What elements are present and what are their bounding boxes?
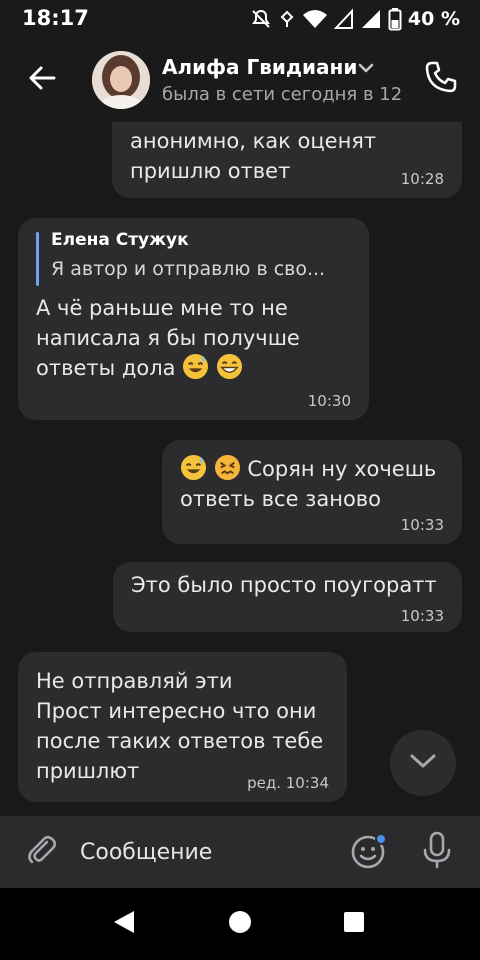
sweat-smile-emoji — [183, 353, 209, 380]
back-triangle-icon — [112, 909, 136, 939]
contact-last-seen: была в сети сегодня в 12 — [162, 84, 403, 105]
message-line: анонимно, как оценят — [130, 129, 377, 153]
message-bubble-incoming[interactable]: Не отправляй эти Прост интересно что они… — [18, 652, 347, 802]
message-line: ответы дола — [36, 356, 176, 380]
message-line: Сорян ну хочешь — [247, 457, 437, 481]
voice-message-button[interactable] — [414, 828, 460, 876]
sweat-smile-emoji — [180, 454, 207, 481]
message-time: 10:33 — [400, 607, 444, 625]
nav-back-button[interactable] — [104, 906, 144, 942]
message-bubble-outgoing[interactable]: Это было просто поугоратт 10:33 — [113, 562, 462, 632]
scroll-to-bottom-button[interactable] — [390, 730, 456, 796]
message-line: Прост интересно что они — [36, 699, 317, 723]
battery-percent: 40 % — [407, 8, 460, 30]
message-line: Не отправляй эти — [36, 669, 233, 693]
status-time: 18:17 — [22, 6, 89, 30]
message-line: А чё раньше мне то не — [36, 296, 288, 320]
attach-button[interactable] — [20, 830, 64, 874]
message-line: ответь все заново — [180, 487, 382, 511]
chevron-down-icon[interactable] — [357, 60, 375, 79]
status-bar: 18:17 40 % — [0, 0, 480, 38]
message-line-with-emoji: Сорян ну хочешь — [180, 454, 436, 484]
contact-name[interactable]: Алифа Гвидиани — [162, 55, 357, 79]
sticker-button[interactable] — [346, 830, 392, 876]
message-time: ред. 10:34 — [247, 774, 329, 792]
phone-icon — [424, 60, 458, 98]
nav-recents-button[interactable] — [334, 906, 374, 942]
status-icons: 40 % — [250, 5, 460, 33]
paperclip-icon — [25, 833, 59, 871]
signal-bars-icon — [360, 8, 382, 30]
mute-icon — [250, 8, 272, 30]
confounded-emoji — [214, 454, 240, 481]
message-text: анонимно, как оценят пришлю ответ — [130, 126, 376, 186]
vibrate-icon — [278, 8, 296, 30]
avatar[interactable] — [92, 51, 150, 109]
sticker-icon — [349, 831, 389, 875]
message-time: 10:28 — [400, 170, 444, 188]
call-button[interactable] — [418, 56, 464, 102]
message-line-with-emoji: ответы дола — [36, 353, 300, 383]
signal-icon — [333, 8, 354, 30]
chevron-down-icon — [409, 752, 437, 774]
chat-header: Алифа Гвидиани была в сети сегодня в 12 — [0, 38, 480, 122]
message-line: после таких ответов тебе — [36, 729, 324, 753]
message-text: Это было просто поугоратт — [131, 570, 437, 600]
home-circle-icon — [227, 909, 253, 939]
message-input[interactable] — [80, 830, 340, 874]
microphone-icon — [421, 830, 453, 874]
message-bubble-outgoing[interactable]: Сорян ну хочешь ответь все заново 10:33 — [162, 440, 462, 544]
battery-icon — [388, 7, 402, 31]
message-line: пришлю ответ — [130, 159, 291, 183]
message-composer — [0, 816, 480, 888]
message-line: Это было просто поугоратт — [131, 573, 437, 597]
reply-author[interactable]: Елена Стужук — [51, 230, 189, 250]
message-time: 10:33 — [400, 516, 444, 534]
message-time: 10:30 — [307, 392, 351, 410]
message-text: Сорян ну хочешь ответь все заново — [180, 454, 436, 514]
system-nav-bar — [0, 888, 480, 960]
reply-quote-bar — [36, 232, 39, 286]
wifi-icon — [302, 8, 328, 30]
recents-square-icon — [342, 910, 366, 938]
reply-text[interactable]: Я автор и отправлю в сво... — [51, 258, 325, 280]
message-bubble-incoming[interactable]: Елена Стужук Я автор и отправлю в сво...… — [18, 218, 369, 420]
back-arrow-icon — [26, 62, 58, 98]
nav-home-button[interactable] — [220, 906, 260, 942]
message-line: написала я бы получше — [36, 326, 300, 350]
back-button[interactable] — [20, 58, 64, 102]
message-list[interactable]: анонимно, как оценят пришлю ответ 10:28 … — [0, 122, 480, 816]
message-bubble-outgoing[interactable]: анонимно, как оценят пришлю ответ 10:28 — [112, 122, 462, 198]
grin-emoji — [216, 353, 242, 380]
message-text: Не отправляй эти Прост интересно что они… — [36, 666, 323, 786]
message-text: А чё раньше мне то не написала я бы полу… — [36, 293, 300, 383]
